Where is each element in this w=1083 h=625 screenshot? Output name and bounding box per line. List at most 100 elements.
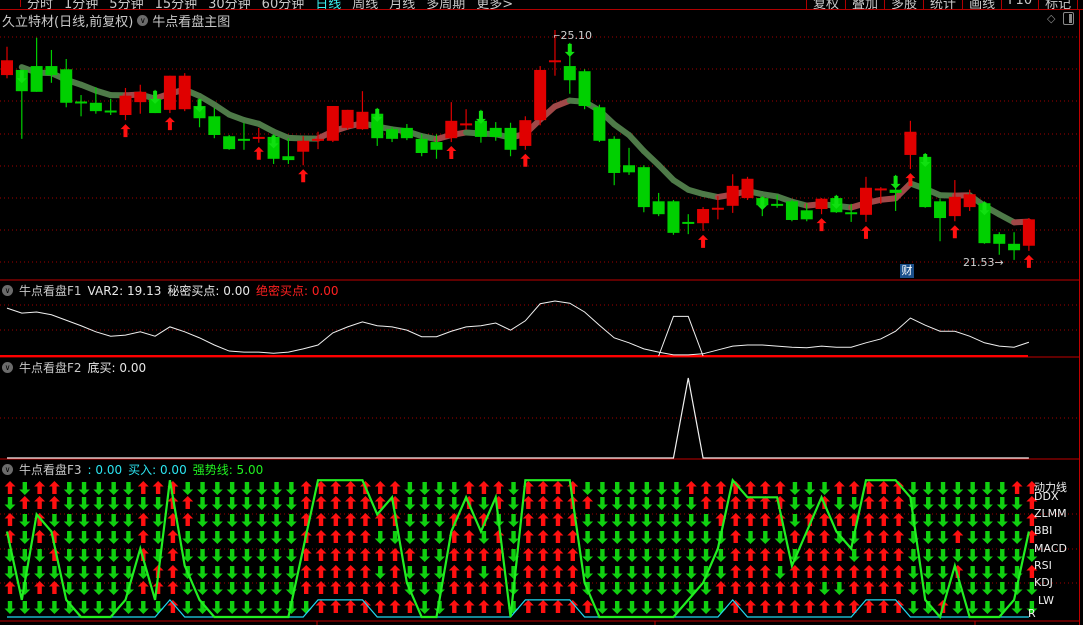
signal-down-arrow-icon [122,601,134,614]
candle-body [948,196,961,217]
signal-up-arrow-icon [374,548,386,561]
signal-down-arrow-icon [996,531,1008,544]
f3-name[interactable]: 牛点看盘F3 [19,461,82,478]
signal-down-arrow-icon [670,531,682,544]
signal-up-arrow-icon [552,600,564,613]
signal-down-arrow-icon [271,582,283,595]
row-label: BBI [1034,524,1053,537]
signal-up-arrow-icon [833,565,845,578]
signal-up-arrow-icon [300,481,312,494]
signal-down-arrow-icon [226,601,238,614]
signal-down-arrow-icon [656,531,668,544]
signal-up-arrow-icon [567,600,579,613]
signal-down-arrow-icon [19,531,31,544]
signal-up-arrow-icon [493,600,505,613]
signal-up-arrow-icon [493,581,505,594]
signal-up-arrow-icon [893,530,905,543]
f1-name[interactable]: 牛点看盘F1 [19,282,82,299]
signal-down-arrow-icon [670,497,682,510]
candle-body [904,131,917,155]
signal-up-arrow-icon [330,565,342,578]
signal-up-arrow-icon [759,600,771,613]
signal-down-arrow-icon [1011,531,1023,544]
signal-down-arrow-icon [922,549,934,562]
signal-down-arrow-icon [596,566,608,579]
candle-body [178,75,191,110]
candle-body [1,60,13,76]
candle-body [726,185,739,206]
signal-down-arrow-icon [419,601,431,614]
high-price-value: 25.10 [560,29,593,42]
candle-body [386,129,399,139]
candle-body [993,234,1006,244]
signal-up-arrow-icon [848,600,860,613]
signal-up-arrow-icon [152,481,164,494]
signal-up-arrow-icon [374,600,386,613]
signal-up-arrow-icon [389,565,401,578]
signal-down-arrow-icon [907,482,919,495]
signal-down-arrow-icon [656,549,668,562]
row-label: ZLMM [1034,507,1067,520]
f3-buy: 买入: 0.00 [128,463,187,477]
signal-down-arrow-icon [582,549,594,562]
candle-body [548,60,561,63]
signal-up-arrow-icon [774,481,786,494]
buy-arrow-icon [253,146,264,160]
signal-down-arrow-icon [611,514,623,527]
signal-up-arrow-icon [819,548,831,561]
signal-up-arrow-icon [893,600,905,613]
signal-up-arrow-icon [789,530,801,543]
signal-down-arrow-icon [685,497,697,510]
signal-down-arrow-icon [93,601,105,614]
signal-up-arrow-icon [833,481,845,494]
signal-up-arrow-icon [552,513,564,526]
signal-up-arrow-icon [878,581,890,594]
signal-down-arrow-icon [670,514,682,527]
signal-down-arrow-icon [108,531,120,544]
f2-name[interactable]: 牛点看盘F2 [19,359,82,376]
candle-body [534,69,547,121]
chevron-down-icon[interactable]: ∨ [2,285,13,296]
candle-body [741,178,754,199]
signal-up-arrow-icon [759,513,771,526]
signal-down-arrow-icon [996,482,1008,495]
chevron-down-icon[interactable]: ∨ [2,362,13,373]
signal-down-arrow-icon [78,497,90,510]
signal-down-arrow-icon [745,531,756,544]
buy-arrow-icon [1023,254,1034,268]
signal-down-arrow-icon [833,531,845,544]
signal-down-arrow-icon [78,514,90,527]
finance-badge[interactable]: 财 [900,264,914,278]
candle-body [934,201,947,219]
signal-down-arrow-icon [937,531,949,544]
chevron-down-icon[interactable]: ∨ [2,464,13,475]
signal-up-arrow-icon [330,530,342,543]
signal-down-arrow-icon [641,497,653,510]
signal-down-arrow-icon [48,601,60,614]
chart-canvas[interactable] [0,0,1083,625]
signal-up-arrow-icon [833,548,845,561]
signal-up-arrow-icon [345,481,357,494]
signal-up-arrow-icon [359,565,371,578]
signal-up-arrow-icon [715,496,727,509]
signal-up-arrow-icon [48,481,60,494]
signal-up-arrow-icon [567,481,579,494]
signal-up-arrow-icon [345,496,357,509]
candle-body [312,138,325,141]
ma-band-segment [626,132,647,155]
signal-up-arrow-icon [48,581,60,594]
signal-up-arrow-icon [478,481,490,494]
buy-arrow-icon [446,146,457,160]
signal-up-arrow-icon [300,496,312,509]
signal-down-arrow-icon [907,566,919,579]
signal-up-arrow-icon [804,581,816,594]
signal-down-arrow-icon [981,601,993,614]
signal-down-arrow-icon [641,549,653,562]
signal-down-arrow-icon [656,514,668,527]
signal-up-arrow-icon [878,565,890,578]
signal-down-arrow-icon [582,482,594,495]
signal-down-arrow-icon [967,566,979,579]
signal-down-arrow-icon [152,497,164,510]
signal-down-arrow-icon [700,514,712,527]
signal-up-arrow-icon [345,513,357,526]
